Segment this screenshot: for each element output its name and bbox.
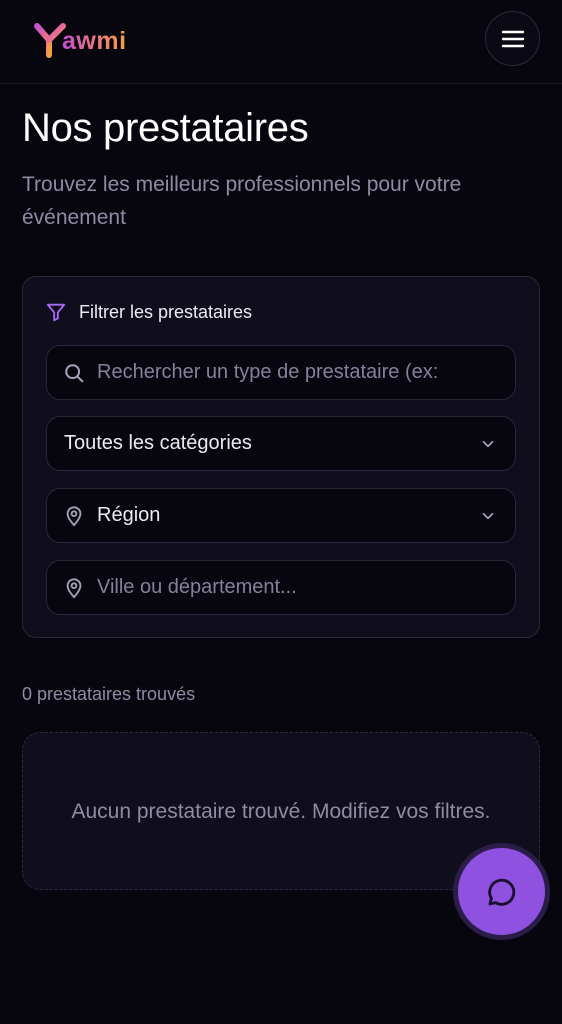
search-placeholder: Rechercher un type de prestataire (ex:	[97, 361, 439, 383]
hamburger-menu-icon	[501, 30, 524, 47]
filter-heading: Filtrer les prestataires	[45, 301, 252, 323]
category-select[interactable]: Toutes les catégories	[46, 416, 516, 471]
filter-panel: Filtrer les prestataires Rechercher un t…	[22, 276, 540, 638]
chat-button[interactable]	[458, 848, 545, 935]
app-header: awmi	[0, 0, 562, 84]
map-pin-icon	[63, 577, 85, 599]
menu-button[interactable]	[485, 11, 540, 66]
chat-bubble-icon	[487, 878, 515, 906]
map-pin-icon	[63, 505, 85, 527]
filter-icon	[46, 303, 66, 322]
logo-text: awmi	[62, 27, 127, 55]
search-input[interactable]: Rechercher un type de prestataire (ex:	[46, 345, 516, 400]
region-select[interactable]: Région	[46, 488, 516, 543]
region-selected-value: Région	[97, 504, 161, 526]
page-title: Nos prestataires	[22, 106, 309, 150]
page-subtitle: Trouvez les meilleurs professionnels pou…	[22, 173, 462, 229]
chevron-down-icon	[479, 507, 497, 525]
empty-state: Aucun prestataire trouvé. Modifiez vos f…	[22, 732, 540, 890]
city-placeholder: Ville ou département...	[97, 576, 297, 598]
search-icon	[63, 362, 85, 384]
results-count: 0 prestataires trouvés	[22, 684, 196, 704]
filter-heading-label: Filtrer les prestataires	[79, 301, 253, 322]
chevron-down-icon	[479, 435, 497, 453]
yawmi-logo[interactable]: awmi	[34, 18, 127, 58]
category-selected-value: Toutes les catégories	[64, 432, 252, 454]
empty-state-message: Aucun prestataire trouvé. Modifiez vos f…	[71, 799, 491, 823]
city-input[interactable]: Ville ou département...	[46, 560, 516, 615]
